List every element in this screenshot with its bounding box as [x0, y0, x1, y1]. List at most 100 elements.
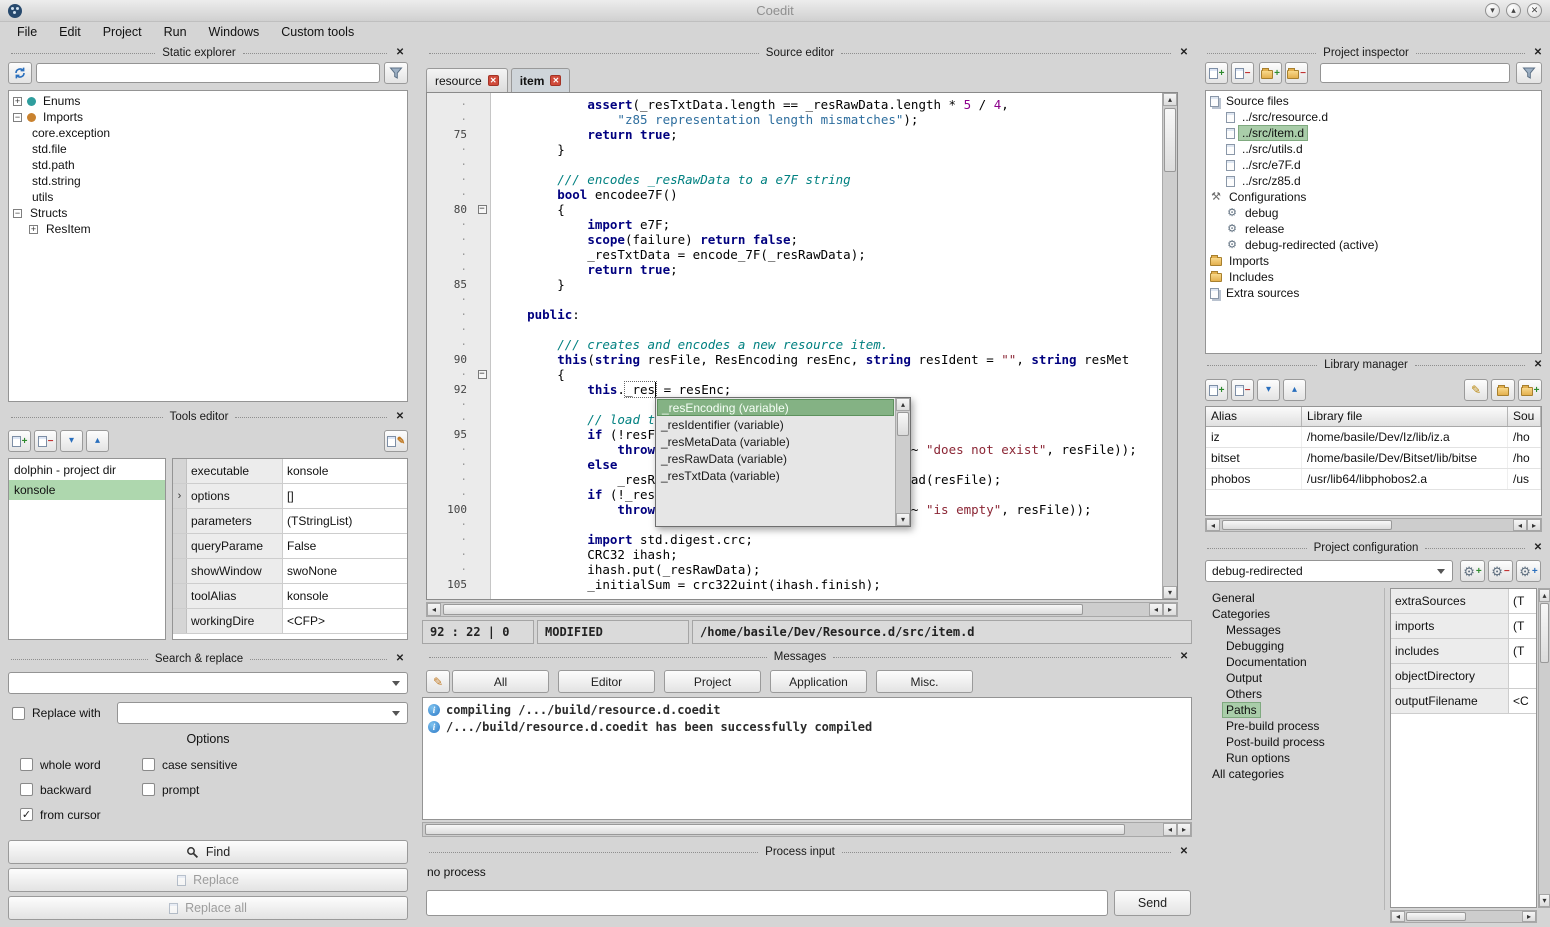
- tree-item[interactable]: ⚒Configurations: [1206, 189, 1541, 205]
- find-button[interactable]: Find: [8, 840, 408, 864]
- tree-item[interactable]: Post-build process: [1205, 734, 1375, 750]
- tree-item[interactable]: Paths: [1205, 702, 1375, 718]
- tree-item[interactable]: Includes: [1206, 269, 1541, 285]
- tree-item[interactable]: ../src/utils.d: [1206, 141, 1541, 157]
- menu-windows[interactable]: Windows: [198, 23, 271, 42]
- search-term-combo[interactable]: [8, 672, 408, 694]
- expander-icon[interactable]: −: [13, 209, 22, 218]
- scroll-left-icon[interactable]: ◂: [1163, 823, 1177, 836]
- scroll-thumb[interactable]: [1164, 108, 1176, 172]
- splitter[interactable]: [1384, 588, 1385, 910]
- completion-item[interactable]: _resTxtData (variable): [657, 467, 894, 484]
- replace-term-combo[interactable]: [117, 702, 408, 724]
- expander-icon[interactable]: +: [29, 225, 38, 234]
- menu-edit[interactable]: Edit: [48, 23, 92, 42]
- scroll-up-icon[interactable]: ▴: [1163, 93, 1177, 106]
- close-panel-icon[interactable]: ✕: [1178, 846, 1190, 858]
- scroll-thumb[interactable]: [897, 412, 909, 436]
- message-item[interactable]: i/.../build/resource.d.coedit has been s…: [423, 718, 1191, 735]
- tree-item[interactable]: ../src/e7F.d: [1206, 157, 1541, 173]
- library-hscrollbar[interactable]: ◂ ◂ ▸: [1205, 518, 1542, 532]
- tree-item[interactable]: Categories: [1205, 606, 1375, 622]
- tree-item[interactable]: Messages: [1205, 622, 1375, 638]
- messages-hscrollbar[interactable]: ◂ ▸: [422, 822, 1192, 837]
- library-row[interactable]: iz/home/basile/Dev/Iz/lib/iz.a/ho: [1206, 427, 1541, 448]
- tree-item[interactable]: std.path: [9, 157, 407, 173]
- add-configuration-button[interactable]: ⚙+: [1516, 560, 1541, 582]
- column-header[interactable]: Sou: [1508, 407, 1541, 426]
- fold-icon[interactable]: −: [478, 205, 487, 214]
- move-library-up-button[interactable]: ▴: [1283, 379, 1306, 401]
- library-row[interactable]: bitset/home/basile/Dev/Bitset/lib/bitse/…: [1206, 448, 1541, 469]
- scroll-up-icon[interactable]: ▴: [1539, 589, 1550, 602]
- scroll-up-icon[interactable]: ▴: [896, 398, 910, 411]
- property-value[interactable]: [1509, 664, 1536, 688]
- replace-button[interactable]: Replace: [8, 868, 408, 892]
- close-panel-icon[interactable]: ✕: [1532, 359, 1544, 371]
- close-panel-icon[interactable]: ✕: [1178, 651, 1190, 663]
- property-value[interactable]: (T: [1509, 589, 1536, 613]
- library-row[interactable]: phobos/usr/lib64/libphobos2.a/us: [1206, 469, 1541, 490]
- expander-icon[interactable]: +: [13, 97, 22, 106]
- filter-misc-button[interactable]: Misc.: [876, 670, 973, 693]
- scroll-left-icon[interactable]: ◂: [1206, 519, 1220, 531]
- tree-item[interactable]: +Enums: [9, 93, 407, 109]
- maximize-window-icon[interactable]: ▴: [1506, 3, 1521, 18]
- menu-file[interactable]: File: [6, 23, 48, 42]
- fold-icon[interactable]: −: [478, 370, 487, 379]
- property-value[interactable]: <CFP>: [283, 609, 407, 633]
- filter-all-button[interactable]: All: [452, 670, 549, 693]
- scroll-thumb[interactable]: [1406, 912, 1466, 921]
- add-tool-button[interactable]: +: [8, 430, 31, 452]
- completion-item[interactable]: _resIdentifier (variable): [657, 416, 894, 433]
- move-library-down-button[interactable]: ▾: [1257, 379, 1280, 401]
- expander-icon[interactable]: −: [13, 113, 22, 122]
- tool-list-item[interactable]: konsole: [9, 480, 165, 500]
- project-filter-button[interactable]: [1516, 62, 1542, 84]
- scroll-left-icon[interactable]: ◂: [1391, 911, 1405, 922]
- completion-item[interactable]: _resRawData (variable): [657, 450, 894, 467]
- scroll-thumb[interactable]: [1222, 520, 1392, 530]
- edit-tool-button[interactable]: ✎: [384, 430, 408, 452]
- configuration-vscrollbar[interactable]: ▴ ▾: [1538, 588, 1550, 908]
- tree-item[interactable]: Source files: [1206, 93, 1541, 109]
- tree-item[interactable]: ⚙release: [1206, 221, 1541, 237]
- project-inspector-search-input[interactable]: [1320, 63, 1510, 83]
- checkbox-prompt[interactable]: prompt: [142, 777, 400, 802]
- tree-item[interactable]: Debugging: [1205, 638, 1375, 654]
- configuration-select[interactable]: debug-redirected: [1205, 560, 1453, 582]
- remove-tool-button[interactable]: −: [34, 430, 57, 452]
- remove-configuration-button[interactable]: ⚙−: [1488, 560, 1513, 582]
- tree-item[interactable]: −Imports: [9, 109, 407, 125]
- scroll-left-icon[interactable]: ◂: [1149, 603, 1163, 616]
- scroll-right-icon[interactable]: ▸: [1527, 519, 1541, 531]
- scroll-down-icon[interactable]: ▾: [1163, 586, 1177, 599]
- tab-item[interactable]: item✕: [511, 68, 571, 92]
- tab-resource[interactable]: resource✕: [426, 68, 508, 92]
- close-panel-icon[interactable]: ✕: [394, 47, 406, 59]
- refresh-button[interactable]: [8, 62, 32, 84]
- tree-item[interactable]: ⚙debug-redirected (active): [1206, 237, 1541, 253]
- close-window-icon[interactable]: ✕: [1527, 3, 1542, 18]
- replace-all-button[interactable]: Replace all: [8, 896, 408, 920]
- scan-folder-button[interactable]: +: [1518, 379, 1542, 401]
- tab-close-icon[interactable]: ✕: [488, 75, 499, 86]
- tree-item[interactable]: ⚙debug: [1206, 205, 1541, 221]
- tree-item[interactable]: std.string: [9, 173, 407, 189]
- scroll-right-icon[interactable]: ▸: [1177, 823, 1191, 836]
- tree-item[interactable]: ../src/resource.d: [1206, 109, 1541, 125]
- send-button[interactable]: Send: [1114, 890, 1191, 916]
- tree-item[interactable]: Output: [1205, 670, 1375, 686]
- checkbox-case-sensitive[interactable]: case sensitive: [142, 752, 400, 777]
- scroll-thumb[interactable]: [1540, 603, 1549, 663]
- close-panel-icon[interactable]: ✕: [394, 653, 406, 665]
- shade-window-icon[interactable]: ▾: [1485, 3, 1500, 18]
- column-header[interactable]: Alias: [1206, 407, 1302, 426]
- scroll-right-icon[interactable]: ▸: [1522, 911, 1536, 922]
- scroll-thumb[interactable]: [443, 604, 1083, 615]
- filter-editor-button[interactable]: Editor: [558, 670, 655, 693]
- tree-item[interactable]: std.file: [9, 141, 407, 157]
- property-value[interactable]: <C: [1509, 689, 1536, 713]
- move-tool-down-button[interactable]: ▾: [60, 430, 83, 452]
- scroll-thumb[interactable]: [425, 824, 1125, 835]
